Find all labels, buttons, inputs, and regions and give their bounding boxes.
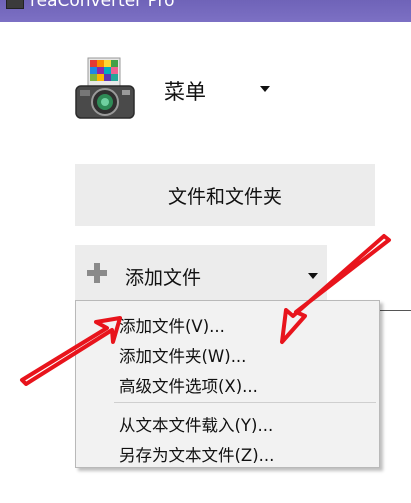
divider-line (380, 310, 411, 311)
plus-icon (87, 263, 107, 283)
menu-separator (114, 402, 376, 403)
title-bar: reaConverter Pro (0, 0, 411, 22)
add-files-button[interactable]: 添加文件 (75, 245, 327, 303)
menu-item-advanced-file-options[interactable]: 高级文件选项(X)... (119, 373, 258, 397)
menu-dropdown-icon (260, 86, 270, 92)
menu-item-add-folder[interactable]: 添加文件夹(W)... (119, 343, 246, 367)
files-and-folders-button[interactable]: 文件和文件夹 (75, 164, 375, 226)
window-title: reaConverter Pro (30, 0, 175, 11)
menu-label: 菜单 (164, 80, 206, 104)
app-logo-icon (75, 57, 135, 119)
add-files-label: 添加文件 (125, 267, 202, 289)
menu-item-save-as-text-file[interactable]: 另存为文本文件(Z)... (119, 442, 274, 466)
menu-item-load-from-text-file[interactable]: 从文本文件载入(Y)... (119, 412, 273, 436)
app-icon (6, 0, 24, 9)
menu-item-add-files[interactable]: 添加文件(V)... (119, 313, 225, 337)
main-menu[interactable]: 菜单 (74, 56, 294, 126)
add-files-dropdown-menu: 添加文件(V)... 添加文件夹(W)... 高级文件选项(X)... 从文本文… (75, 300, 380, 468)
chevron-down-icon[interactable] (308, 273, 318, 279)
